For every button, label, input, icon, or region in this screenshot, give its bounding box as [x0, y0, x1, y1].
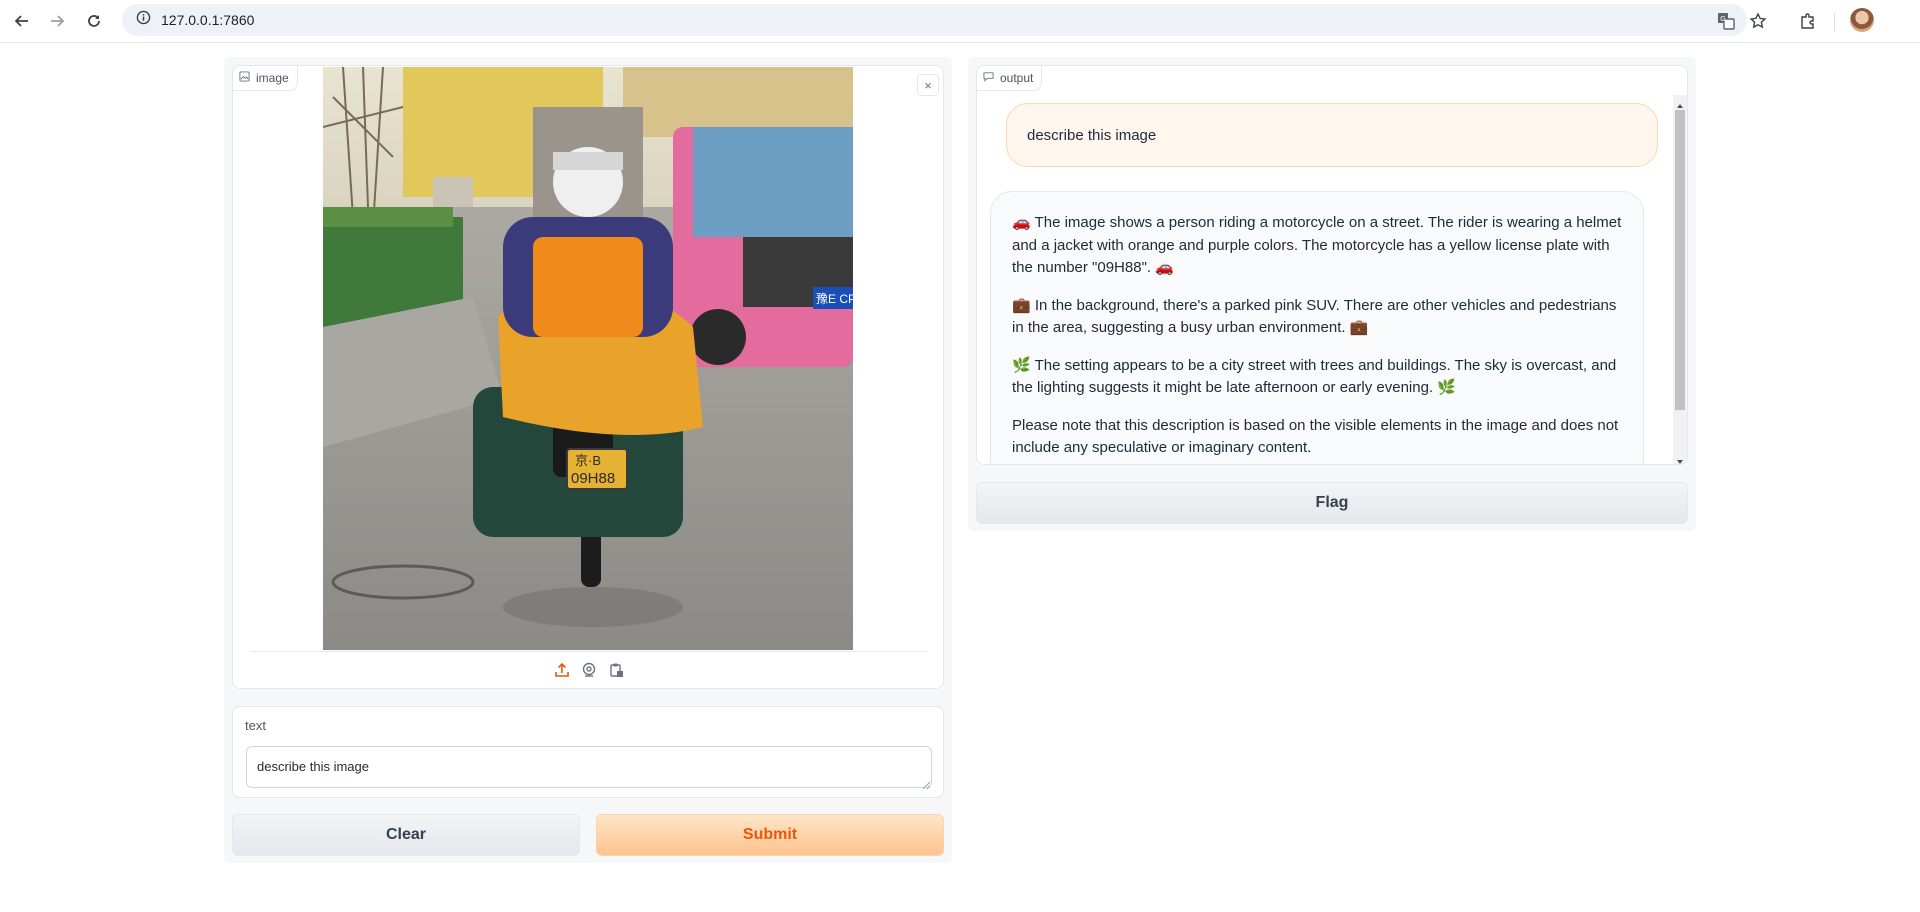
- forward-icon[interactable]: [45, 9, 69, 33]
- clear-button[interactable]: Clear: [232, 814, 580, 856]
- clipboard-paste-icon[interactable]: [607, 661, 625, 679]
- svg-text:G: G: [1720, 16, 1725, 23]
- upload-icon[interactable]: [553, 661, 571, 679]
- bot-paragraph: 💼 In the background, there's a parked pi…: [1012, 296, 1617, 337]
- resize-handle-icon[interactable]: [921, 777, 931, 795]
- svg-text:京·B: 京·B: [575, 453, 601, 468]
- output-block-label: output: [977, 66, 1043, 91]
- flag-button[interactable]: Flag: [976, 482, 1688, 524]
- browser-toolbar: 127.0.0.1:7860 G: [0, 0, 1920, 43]
- chatbot-output-block: output describe this image 🚗 The image s…: [976, 65, 1688, 465]
- image-icon: [239, 71, 250, 85]
- chat-scrollbar-thumb[interactable]: [1675, 110, 1685, 410]
- text-block-label: text: [245, 718, 266, 733]
- back-icon[interactable]: [10, 9, 34, 33]
- close-icon: ×: [924, 77, 932, 93]
- prompt-textarea[interactable]: describe this image: [246, 746, 932, 788]
- submit-button[interactable]: Submit: [596, 814, 944, 856]
- image-block-label: image: [233, 66, 298, 91]
- chat-icon: [983, 71, 994, 85]
- bot-paragraph: Please note that this description is bas…: [1012, 416, 1619, 457]
- webcam-icon[interactable]: [580, 661, 598, 679]
- pink-suv: 豫E CPS: [673, 127, 853, 367]
- image-toolbar-divider: [251, 651, 927, 652]
- extensions-icon[interactable]: [1795, 9, 1821, 33]
- uploaded-photo: 豫E CPS 京·B 09H88: [323, 67, 853, 650]
- image-input-block: image 豫E CP 京·B 09H88 ×: [232, 65, 944, 689]
- profile-avatar[interactable]: [1850, 8, 1874, 32]
- bot-paragraph: 🌿 The setting appears to be a city stree…: [1012, 356, 1617, 397]
- bot-paragraph: 🚗 The image shows a person riding a moto…: [1012, 214, 1622, 276]
- svg-text:09H88: 09H88: [571, 470, 615, 487]
- translate-icon[interactable]: G: [1713, 9, 1739, 33]
- url-text: 127.0.0.1:7860: [161, 12, 255, 28]
- bookmark-star-icon[interactable]: [1745, 9, 1771, 33]
- user-message: describe this image: [1006, 103, 1658, 167]
- address-bar[interactable]: 127.0.0.1:7860: [122, 4, 1747, 36]
- site-info-icon[interactable]: [136, 10, 151, 30]
- scroll-down-icon[interactable]: [1676, 453, 1684, 464]
- svg-text:豫E CPS: 豫E CPS: [816, 292, 853, 306]
- text-input-block: text describe this image: [232, 706, 944, 798]
- scroll-up-icon[interactable]: [1676, 97, 1684, 115]
- toolbar-divider: [1834, 13, 1835, 31]
- reload-icon[interactable]: [82, 9, 106, 33]
- clear-image-button[interactable]: ×: [917, 74, 939, 96]
- bot-message: 🚗 The image shows a person riding a moto…: [990, 191, 1644, 464]
